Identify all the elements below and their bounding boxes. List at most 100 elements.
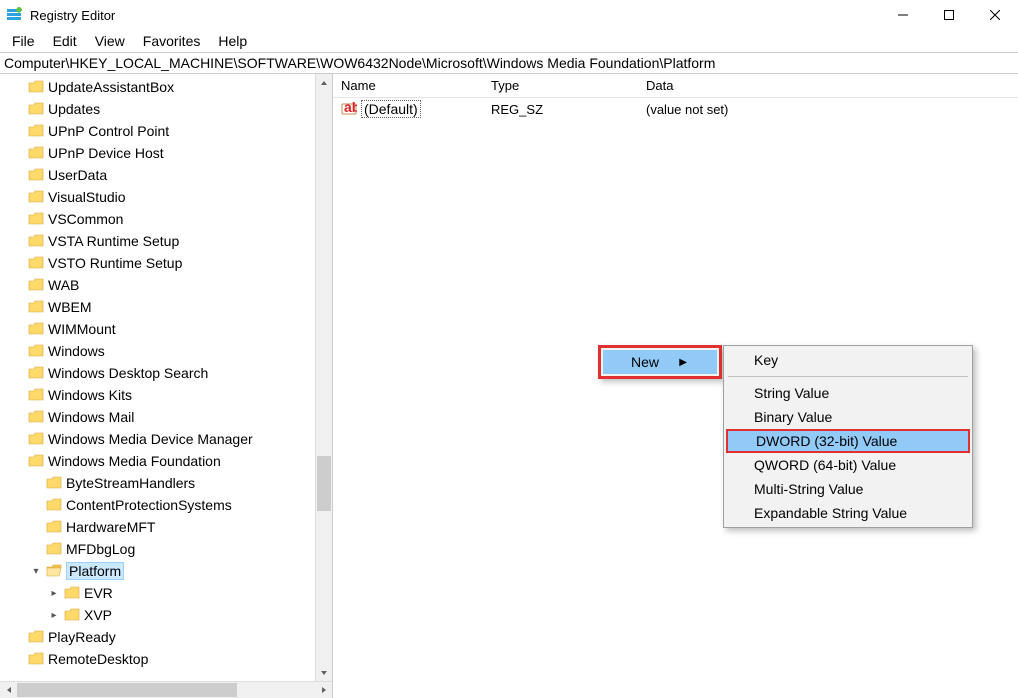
context-item-qword[interactable]: QWORD (64-bit) Value (726, 453, 970, 477)
tree-expander-spacer (12, 214, 24, 225)
context-item-expandable[interactable]: Expandable String Value (726, 501, 970, 525)
scroll-left-icon[interactable] (0, 682, 17, 698)
tree-item[interactable]: Windows Media Foundation (6, 450, 315, 472)
tree-item-label: EVR (84, 585, 113, 601)
tree-expander-spacer (30, 478, 42, 489)
tree-item-label: Windows Kits (48, 387, 132, 403)
tree-item[interactable]: Windows (6, 340, 315, 362)
tree-item[interactable]: UpdateAssistantBox (6, 76, 315, 98)
context-menu-new: New ▶ (598, 345, 722, 379)
column-data[interactable]: Data (638, 78, 1018, 93)
tree-expander-spacer (12, 632, 24, 643)
folder-icon (28, 322, 44, 336)
scrollbar-thumb[interactable] (317, 456, 331, 511)
minimize-button[interactable] (880, 0, 926, 30)
folder-icon (28, 630, 44, 644)
tree-expander-spacer (12, 170, 24, 181)
tree-item-label: WIMMount (48, 321, 116, 337)
tree-item[interactable]: WAB (6, 274, 315, 296)
scroll-right-icon[interactable] (315, 682, 332, 698)
menu-edit[interactable]: Edit (45, 31, 85, 51)
maximize-button[interactable] (926, 0, 972, 30)
list-row[interactable]: ab (Default) REG_SZ (value not set) (333, 98, 1018, 120)
tree-item[interactable]: UPnP Control Point (6, 120, 315, 142)
tree-item[interactable]: VSCommon (6, 208, 315, 230)
value-data: (value not set) (638, 102, 1018, 117)
context-item-multistring[interactable]: Multi-String Value (726, 477, 970, 501)
tree-item[interactable]: WIMMount (6, 318, 315, 340)
folder-icon (28, 388, 44, 402)
tree-item[interactable]: HardwareMFT (24, 516, 315, 538)
folder-open-icon (46, 564, 62, 578)
tree-item-label: WAB (48, 277, 79, 293)
tree-item[interactable]: VisualStudio (6, 186, 315, 208)
context-item-dword[interactable]: DWORD (32-bit) Value (726, 429, 970, 453)
menu-file[interactable]: File (4, 31, 43, 51)
context-item-binary[interactable]: Binary Value (726, 405, 970, 429)
tree-expander-spacer (30, 544, 42, 555)
close-button[interactable] (972, 0, 1018, 30)
tree-item[interactable]: RemoteDesktop (6, 648, 315, 670)
value-type: REG_SZ (483, 102, 638, 117)
folder-icon (28, 168, 44, 182)
column-type[interactable]: Type (483, 78, 638, 93)
tree-expander-spacer (12, 192, 24, 203)
tree-expander-spacer (12, 82, 24, 93)
tree-vertical-scrollbar[interactable] (315, 74, 332, 681)
tree-item-label: VisualStudio (48, 189, 126, 205)
tree-expander-spacer (12, 390, 24, 401)
scrollbar-thumb[interactable] (17, 683, 237, 697)
chevron-down-icon[interactable]: ▾ (30, 566, 42, 577)
tree-item-label: VSCommon (48, 211, 123, 227)
scroll-up-icon[interactable] (316, 74, 332, 91)
folder-icon (46, 542, 62, 556)
tree-item-label: Platform (66, 562, 124, 580)
menu-favorites[interactable]: Favorites (135, 31, 209, 51)
context-item-key[interactable]: Key (726, 348, 970, 372)
tree-item[interactable]: Windows Desktop Search (6, 362, 315, 384)
tree-item-label: UserData (48, 167, 107, 183)
tree-expander-spacer (12, 126, 24, 137)
folder-icon (46, 498, 62, 512)
chevron-right-icon[interactable]: ▸ (48, 588, 60, 599)
tree-item[interactable]: VSTO Runtime Setup (6, 252, 315, 274)
tree-expander-spacer (12, 104, 24, 115)
tree-expander-spacer (12, 654, 24, 665)
context-item-label: New (631, 354, 659, 370)
tree-item[interactable]: UserData (6, 164, 315, 186)
svg-text:ab: ab (344, 101, 357, 115)
folder-icon (28, 190, 44, 204)
tree-item[interactable]: UPnP Device Host (6, 142, 315, 164)
tree-item[interactable]: WBEM (6, 296, 315, 318)
tree-expander-spacer (30, 522, 42, 533)
folder-icon (28, 124, 44, 138)
tree-horizontal-scrollbar[interactable] (0, 681, 332, 698)
folder-icon (28, 344, 44, 358)
tree-item[interactable]: VSTA Runtime Setup (6, 230, 315, 252)
folder-icon (28, 300, 44, 314)
tree-item[interactable]: ByteStreamHandlers (24, 472, 315, 494)
tree-item[interactable]: Updates (6, 98, 315, 120)
tree-item[interactable]: ContentProtectionSystems (24, 494, 315, 516)
menu-view[interactable]: View (87, 31, 133, 51)
tree-item[interactable]: Windows Media Device Manager (6, 428, 315, 450)
tree-item[interactable]: ▾ Platform (24, 560, 315, 582)
folder-icon (28, 146, 44, 160)
window-title: Registry Editor (30, 8, 880, 23)
tree-item[interactable]: Windows Kits (6, 384, 315, 406)
context-item-string[interactable]: String Value (726, 381, 970, 405)
tree-item[interactable]: Windows Mail (6, 406, 315, 428)
scroll-down-icon[interactable] (316, 664, 332, 681)
address-bar[interactable]: Computer\HKEY_LOCAL_MACHINE\SOFTWARE\WOW… (0, 52, 1018, 74)
chevron-right-icon[interactable]: ▸ (48, 610, 60, 621)
tree-item-label: HardwareMFT (66, 519, 155, 535)
tree-item-label: Windows Desktop Search (48, 365, 208, 381)
tree-item[interactable]: PlayReady (6, 626, 315, 648)
column-name[interactable]: Name (333, 78, 483, 93)
folder-icon (28, 278, 44, 292)
menu-help[interactable]: Help (210, 31, 255, 51)
tree-item[interactable]: MFDbgLog (24, 538, 315, 560)
tree-item[interactable]: ▸ EVR (42, 582, 315, 604)
context-item-new[interactable]: New ▶ (603, 350, 717, 374)
tree-item[interactable]: ▸XVP (42, 604, 315, 626)
